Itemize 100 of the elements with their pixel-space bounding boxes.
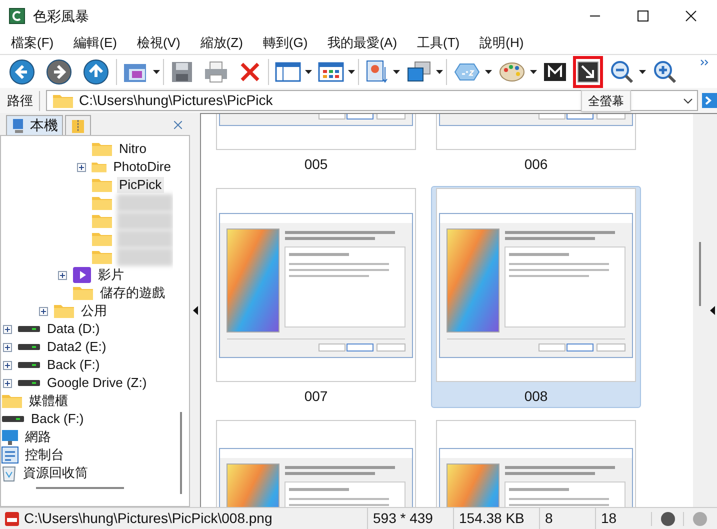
tree-item[interactable]: Nitro xyxy=(117,141,148,157)
path-label: 路徑 xyxy=(7,92,33,110)
control-panel-icon xyxy=(1,446,19,464)
scrollbar-thumb[interactable] xyxy=(699,242,701,306)
video-icon xyxy=(72,266,92,284)
tree-item[interactable]: 影片 xyxy=(96,267,126,283)
drive-icon xyxy=(17,360,41,370)
dropdown-arrow-icon[interactable] xyxy=(639,70,646,74)
menu-item[interactable]: 檔案(F) xyxy=(11,33,54,53)
blurred-region xyxy=(117,248,173,266)
drive-icon xyxy=(1,414,25,424)
expand-icon[interactable] xyxy=(58,270,67,280)
status-count: 18 xyxy=(595,508,651,529)
tree-item[interactable]: Back (F:) xyxy=(29,411,86,427)
tree-item[interactable]: 網路 xyxy=(23,429,53,445)
tree-item[interactable]: PicPick xyxy=(117,177,164,193)
menu-item[interactable]: 編輯(E) xyxy=(74,33,117,53)
png-file-icon xyxy=(4,510,20,526)
zip-folder-icon xyxy=(70,118,86,134)
zoom-in-icon xyxy=(652,58,678,84)
folder-icon xyxy=(53,303,75,319)
tree-item[interactable]: Data2 (E:) xyxy=(45,339,108,355)
fullscreen-icon xyxy=(576,60,600,84)
dropdown-arrow-icon[interactable] xyxy=(348,70,355,74)
app-logo-icon xyxy=(9,8,25,24)
expand-icon[interactable] xyxy=(3,360,12,370)
thumbnail-label: 007 xyxy=(304,387,328,406)
network-icon xyxy=(1,428,19,446)
menu-item[interactable]: 工具(T) xyxy=(417,33,460,53)
folder-icon xyxy=(91,195,113,211)
tooltip: 全螢幕 xyxy=(581,90,631,112)
status-path: C:\Users\hung\Pictures\PicPick\008.png xyxy=(24,509,274,528)
menu-item[interactable]: 轉到(G) xyxy=(262,33,308,53)
toolbar-button[interactable] xyxy=(573,56,603,88)
blurred-region xyxy=(117,230,173,248)
close-icon[interactable] xyxy=(685,10,697,22)
thumbnail-label: 005 xyxy=(304,155,328,174)
tree-item[interactable]: 資源回收筒 xyxy=(21,465,90,481)
menu-item[interactable]: 我的最愛(A) xyxy=(328,33,398,53)
stacked-windows-icon xyxy=(406,60,432,84)
blurred-region xyxy=(117,194,173,212)
tree-item[interactable]: 媒體櫃 xyxy=(27,393,70,409)
expand-icon[interactable] xyxy=(3,378,12,388)
folder-icon xyxy=(91,141,113,157)
tree-item[interactable]: 公用 xyxy=(79,303,109,319)
expand-icon[interactable] xyxy=(39,306,48,316)
status-indicator xyxy=(660,512,674,526)
letter-m-icon xyxy=(543,60,567,82)
folder-icon xyxy=(91,177,113,193)
drive-icon xyxy=(17,324,41,334)
dropdown-arrow-icon[interactable] xyxy=(305,70,312,74)
menu-item[interactable]: 說明(H) xyxy=(480,33,524,53)
slideshow-icon xyxy=(365,58,389,84)
tree-item[interactable]: PhotoDire xyxy=(111,159,173,175)
menu-item[interactable]: 縮放(Z) xyxy=(200,33,243,53)
recycle-bin-icon xyxy=(1,464,17,482)
status-index: 8 xyxy=(539,508,595,529)
folder-icon xyxy=(91,249,113,265)
overflow-chevron-icon[interactable] xyxy=(700,59,709,66)
dropdown-arrow-icon[interactable] xyxy=(436,70,443,74)
maximize-icon[interactable] xyxy=(637,10,649,22)
drive-icon xyxy=(17,378,41,388)
collapse-arrow-icon[interactable] xyxy=(710,306,714,315)
tree-item[interactable]: Back (F:) xyxy=(45,357,102,373)
thumbnail-grid-icon xyxy=(318,60,344,82)
folder-icon xyxy=(91,231,113,247)
dropdown-arrow-icon[interactable] xyxy=(485,70,492,74)
menu-item[interactable]: 檢視(V) xyxy=(136,33,180,53)
dropdown-arrow-icon[interactable] xyxy=(153,70,160,74)
scrollbar-thumb[interactable] xyxy=(36,487,124,489)
thumbnail-label: 006 xyxy=(524,155,548,174)
status-dimensions: 593 * 439 xyxy=(367,508,453,529)
paint-palette-icon xyxy=(498,60,526,84)
printer-icon xyxy=(203,60,229,84)
zoom-out-icon xyxy=(609,58,635,84)
scrollbar-thumb[interactable] xyxy=(180,412,182,494)
folder-icon xyxy=(72,285,94,301)
tree-item[interactable]: Google Drive (Z:) xyxy=(45,375,149,391)
dropdown-arrow-icon[interactable] xyxy=(530,70,537,74)
tree-item[interactable]: 儲存的遊戲 xyxy=(98,285,167,301)
status-size: 154.38 KB xyxy=(453,508,539,529)
expand-icon[interactable] xyxy=(3,324,12,334)
window-layout-icon xyxy=(275,60,301,82)
thumbnail-card[interactable]: 008 xyxy=(431,186,641,408)
folder-icon xyxy=(91,213,113,229)
window-title: 色彩風暴 xyxy=(33,6,89,26)
status-indicator xyxy=(692,512,706,526)
chevron-down-icon[interactable] xyxy=(683,98,693,104)
tree-item[interactable]: Data (D:) xyxy=(45,321,102,337)
folder-icon xyxy=(1,393,23,409)
blurred-region xyxy=(117,212,173,230)
collapse-arrow-icon[interactable] xyxy=(192,306,198,314)
drive-icon xyxy=(17,342,41,352)
dropdown-arrow-icon[interactable] xyxy=(393,70,400,74)
expand-icon[interactable] xyxy=(77,162,86,172)
tree-item[interactable]: 控制台 xyxy=(23,447,66,463)
expand-icon[interactable] xyxy=(3,342,12,352)
panel-tab[interactable]: 本機 xyxy=(6,115,63,135)
thumbnail-label: 008 xyxy=(524,387,548,406)
folder-icon xyxy=(52,92,74,108)
